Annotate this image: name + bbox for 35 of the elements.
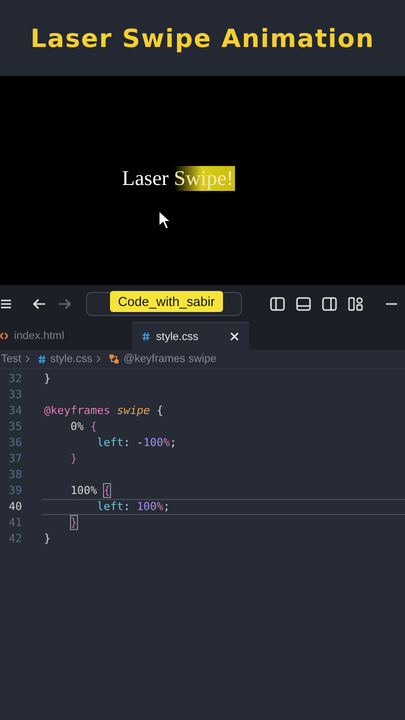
line-number: 41 [8,516,22,530]
video-title: Laser Swipe Animation [30,24,375,52]
line-number: 36 [8,436,22,449]
code-line: left: -100%; [96,436,176,449]
code-line: @keyframes swipe { [44,404,164,417]
line-number: 33 [8,388,22,401]
code-line: } [70,516,78,530]
code-line: } [44,532,51,546]
hash-icon [38,354,46,364]
symbol-icon [109,354,120,364]
code-file-icon [0,332,8,340]
breadcrumb-item[interactable]: style.css [50,353,92,365]
cursor-icon [158,210,172,230]
breadcrumb-item[interactable]: Test [1,353,22,365]
line-number: 34 [8,404,22,417]
breadcrumb-item[interactable]: @keyframes swipe [123,353,216,365]
line-number: 32 [8,372,22,385]
code-line: left: 100%; [96,500,170,514]
hash-icon [142,332,150,341]
chevron-icon [96,355,102,363]
line-number: 39 [8,484,22,498]
tooltip: Code_with_sabir [110,291,223,312]
code-line: 100% { [70,484,110,498]
close-icon[interactable] [230,332,240,341]
code-line: } [44,372,51,385]
chevron-icon [25,355,30,363]
code-line: 0% { [70,420,97,433]
line-number: 35 [8,420,22,433]
preview-text: Laser [122,166,170,191]
line-number: 42 [8,532,22,546]
file-tab[interactable]: style.css [132,322,250,350]
code-line: } [70,452,78,466]
line-number: 40 [8,500,22,514]
line-number: 37 [8,452,22,466]
line-number: 38 [8,468,22,482]
